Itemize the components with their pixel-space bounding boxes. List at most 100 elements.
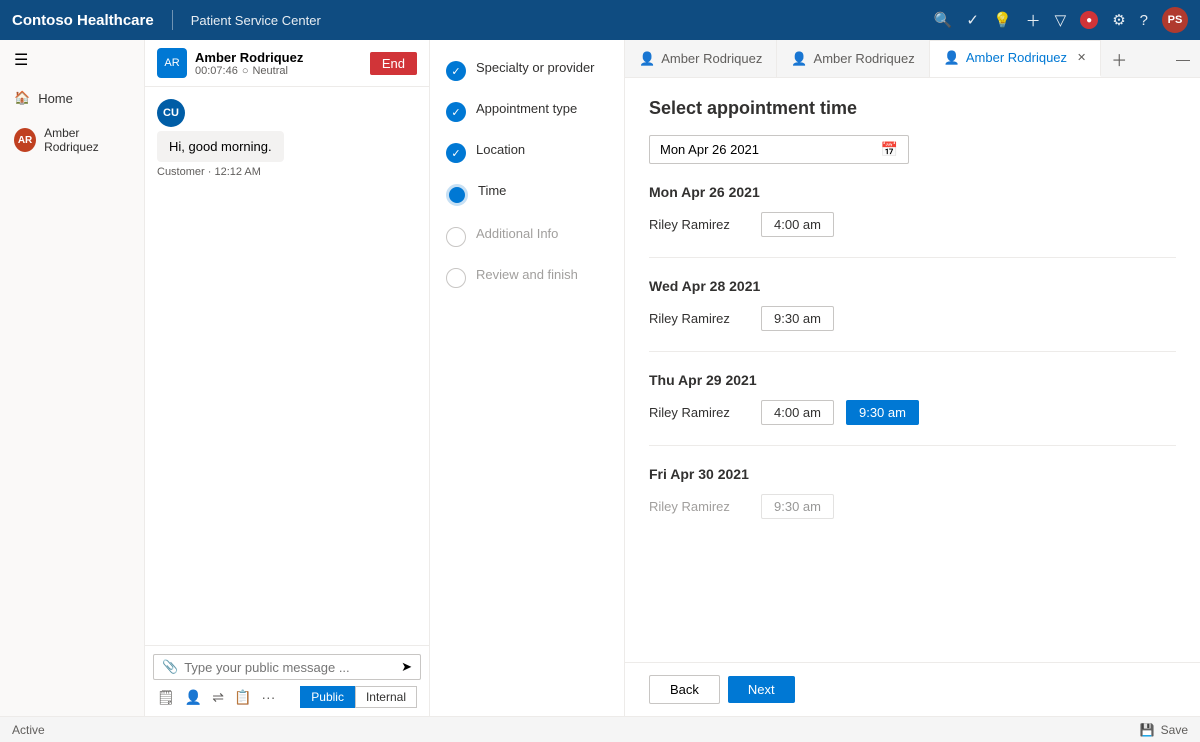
message-toggle: Public Internal	[300, 686, 417, 708]
topbar-icons: 🔍 ✓ 💡 ＋ ▽ ● ⚙ ? PS	[934, 7, 1188, 33]
step-circle-additional-info	[446, 227, 466, 247]
attachment-icon[interactable]: 📎	[162, 659, 178, 675]
message-sender: Customer · 12:12 AM	[157, 166, 417, 178]
step-label-time: Time	[478, 183, 506, 200]
help-icon[interactable]: ?	[1140, 12, 1148, 29]
step-location: ✓ Location	[446, 142, 608, 163]
tab-minimize-button[interactable]: —	[1166, 51, 1200, 67]
tab-icon-2: 👤	[791, 51, 807, 67]
chat-input-row[interactable]: 📎 ➤	[153, 654, 421, 680]
notification-icon[interactable]: ●	[1080, 11, 1098, 29]
date-input-field[interactable]	[660, 142, 873, 157]
search-icon[interactable]: 🔍	[934, 11, 953, 29]
tab-bar: 👤 Amber Rodriquez 👤 Amber Rodriquez 👤 Am…	[625, 40, 1200, 78]
step-specialty: ✓ Specialty or provider	[446, 60, 608, 81]
provider-name-fri: Riley Ramirez	[649, 499, 749, 514]
date-section-mon: Mon Apr 26 2021 Riley Ramirez 4:00 am	[649, 184, 1176, 258]
agent-name: Amber Rodriquez	[195, 50, 362, 65]
provider-name-mon: Riley Ramirez	[649, 217, 749, 232]
tab-icon-1: 👤	[639, 51, 655, 67]
provider-row-mon: Riley Ramirez 4:00 am	[649, 212, 1176, 237]
date-label-thu: Thu Apr 29 2021	[649, 372, 1176, 388]
date-label-wed: Wed Apr 28 2021	[649, 278, 1176, 294]
tab-add-button[interactable]: ＋	[1101, 47, 1137, 71]
tab-amber-2[interactable]: 👤 Amber Rodriquez	[777, 40, 929, 77]
agent-info: Amber Rodriquez 00:07:46 ○ Neutral	[195, 50, 362, 77]
provider-row-thu: Riley Ramirez 4:00 am 9:30 am	[649, 400, 1176, 425]
toolbar-btn-more[interactable]: ···	[261, 689, 275, 705]
save-label[interactable]: Save	[1161, 723, 1188, 737]
topbar-subtitle: Patient Service Center	[191, 13, 321, 28]
back-button[interactable]: Back	[649, 675, 720, 704]
main-layout: ☰ 🏠 Home AR Amber Rodriquez AR Amber Rod…	[0, 40, 1200, 716]
sidebar-item-user[interactable]: AR Amber Rodriquez	[0, 116, 144, 164]
appointment-panel: 👤 Amber Rodriquez 👤 Amber Rodriquez 👤 Am…	[625, 40, 1200, 716]
tab-close-3[interactable]: ✕	[1077, 51, 1086, 64]
step-label-review: Review and finish	[476, 267, 578, 284]
step-circle-time	[446, 184, 468, 206]
home-icon: 🏠	[14, 90, 30, 106]
status-icon: ○	[242, 65, 249, 77]
chat-input[interactable]	[184, 660, 395, 675]
date-section-wed: Wed Apr 28 2021 Riley Ramirez 9:30 am	[649, 278, 1176, 352]
chat-header: AR Amber Rodriquez 00:07:46 ○ Neutral En…	[145, 40, 429, 87]
agent-status: 00:07:46 ○ Neutral	[195, 65, 362, 77]
send-icon[interactable]: ➤	[401, 659, 412, 675]
sidebar-item-home[interactable]: 🏠 Home	[0, 80, 144, 116]
chat-toolbar: 🗒 👤 ⇌ 📋 ··· Public Internal	[153, 680, 421, 708]
toggle-internal[interactable]: Internal	[355, 686, 417, 708]
sidebar-user-name: Amber Rodriquez	[44, 126, 130, 154]
status-text: Neutral	[252, 65, 287, 77]
timer-text: 00:07:46	[195, 65, 238, 77]
calendar-icon[interactable]: 📅	[881, 141, 898, 158]
tab-amber-3[interactable]: 👤 Amber Rodriquez ✕	[930, 40, 1102, 77]
appointment-footer: Back Next	[625, 662, 1200, 716]
save-icon[interactable]: 💾	[1140, 723, 1155, 737]
date-input[interactable]: 📅	[649, 135, 909, 164]
next-button[interactable]: Next	[728, 676, 795, 703]
date-label-mon: Mon Apr 26 2021	[649, 184, 1176, 200]
toolbar-btn-4[interactable]: 📋	[234, 689, 251, 706]
lightbulb-icon[interactable]: 💡	[993, 11, 1012, 29]
topbar-divider	[172, 10, 173, 30]
step-label-location: Location	[476, 142, 525, 159]
appointment-scroll: Select appointment time 📅 Mon Apr 26 202…	[625, 78, 1200, 662]
toolbar-btn-2[interactable]: 👤	[185, 689, 202, 706]
settings-icon[interactable]: ⚙	[1112, 11, 1125, 29]
hamburger-menu[interactable]: ☰	[0, 40, 144, 80]
sidebar-home-label: Home	[38, 91, 73, 106]
provider-name-wed: Riley Ramirez	[649, 311, 749, 326]
topbar-logo: Contoso Healthcare	[12, 12, 154, 29]
date-section-thu: Thu Apr 29 2021 Riley Ramirez 4:00 am 9:…	[649, 372, 1176, 446]
toolbar-btn-1[interactable]: 🗒	[157, 689, 175, 706]
step-label-appointment-type: Appointment type	[476, 101, 577, 118]
time-btn-mon-400am[interactable]: 4:00 am	[761, 212, 834, 237]
sidebar-user-avatar: AR	[14, 128, 36, 152]
time-btn-fri-930am[interactable]: 9:30 am	[761, 494, 834, 519]
time-btn-thu-930am[interactable]: 9:30 am	[846, 400, 919, 425]
plus-icon[interactable]: ＋	[1026, 10, 1041, 31]
step-appointment-type: ✓ Appointment type	[446, 101, 608, 122]
check-circle-icon[interactable]: ✓	[966, 11, 979, 29]
step-time: Time	[446, 183, 608, 206]
agent-avatar: AR	[157, 48, 187, 78]
step-circle-appointment-type: ✓	[446, 102, 466, 122]
status-bar: Active 💾 Save	[0, 716, 1200, 742]
step-circle-location: ✓	[446, 143, 466, 163]
step-review: Review and finish	[446, 267, 608, 288]
appointment-title: Select appointment time	[649, 98, 1176, 119]
customer-avatar: CU	[157, 99, 185, 127]
time-btn-thu-400am[interactable]: 4:00 am	[761, 400, 834, 425]
toolbar-btn-3[interactable]: ⇌	[212, 689, 224, 706]
toggle-public[interactable]: Public	[300, 686, 355, 708]
date-picker-row: 📅	[649, 135, 1176, 164]
tab-label-3: Amber Rodriquez	[966, 50, 1067, 65]
status-bar-right: 💾 Save	[1140, 723, 1188, 737]
chat-input-area: 📎 ➤ 🗒 👤 ⇌ 📋 ··· Public Internal	[145, 645, 429, 716]
time-btn-wed-930am[interactable]: 9:30 am	[761, 306, 834, 331]
end-button[interactable]: End	[370, 52, 417, 75]
filter-icon[interactable]: ▽	[1055, 11, 1067, 29]
tab-amber-1[interactable]: 👤 Amber Rodriquez	[625, 40, 777, 77]
user-avatar-topbar[interactable]: PS	[1162, 7, 1188, 33]
date-section-fri: Fri Apr 30 2021 Riley Ramirez 9:30 am	[649, 466, 1176, 519]
